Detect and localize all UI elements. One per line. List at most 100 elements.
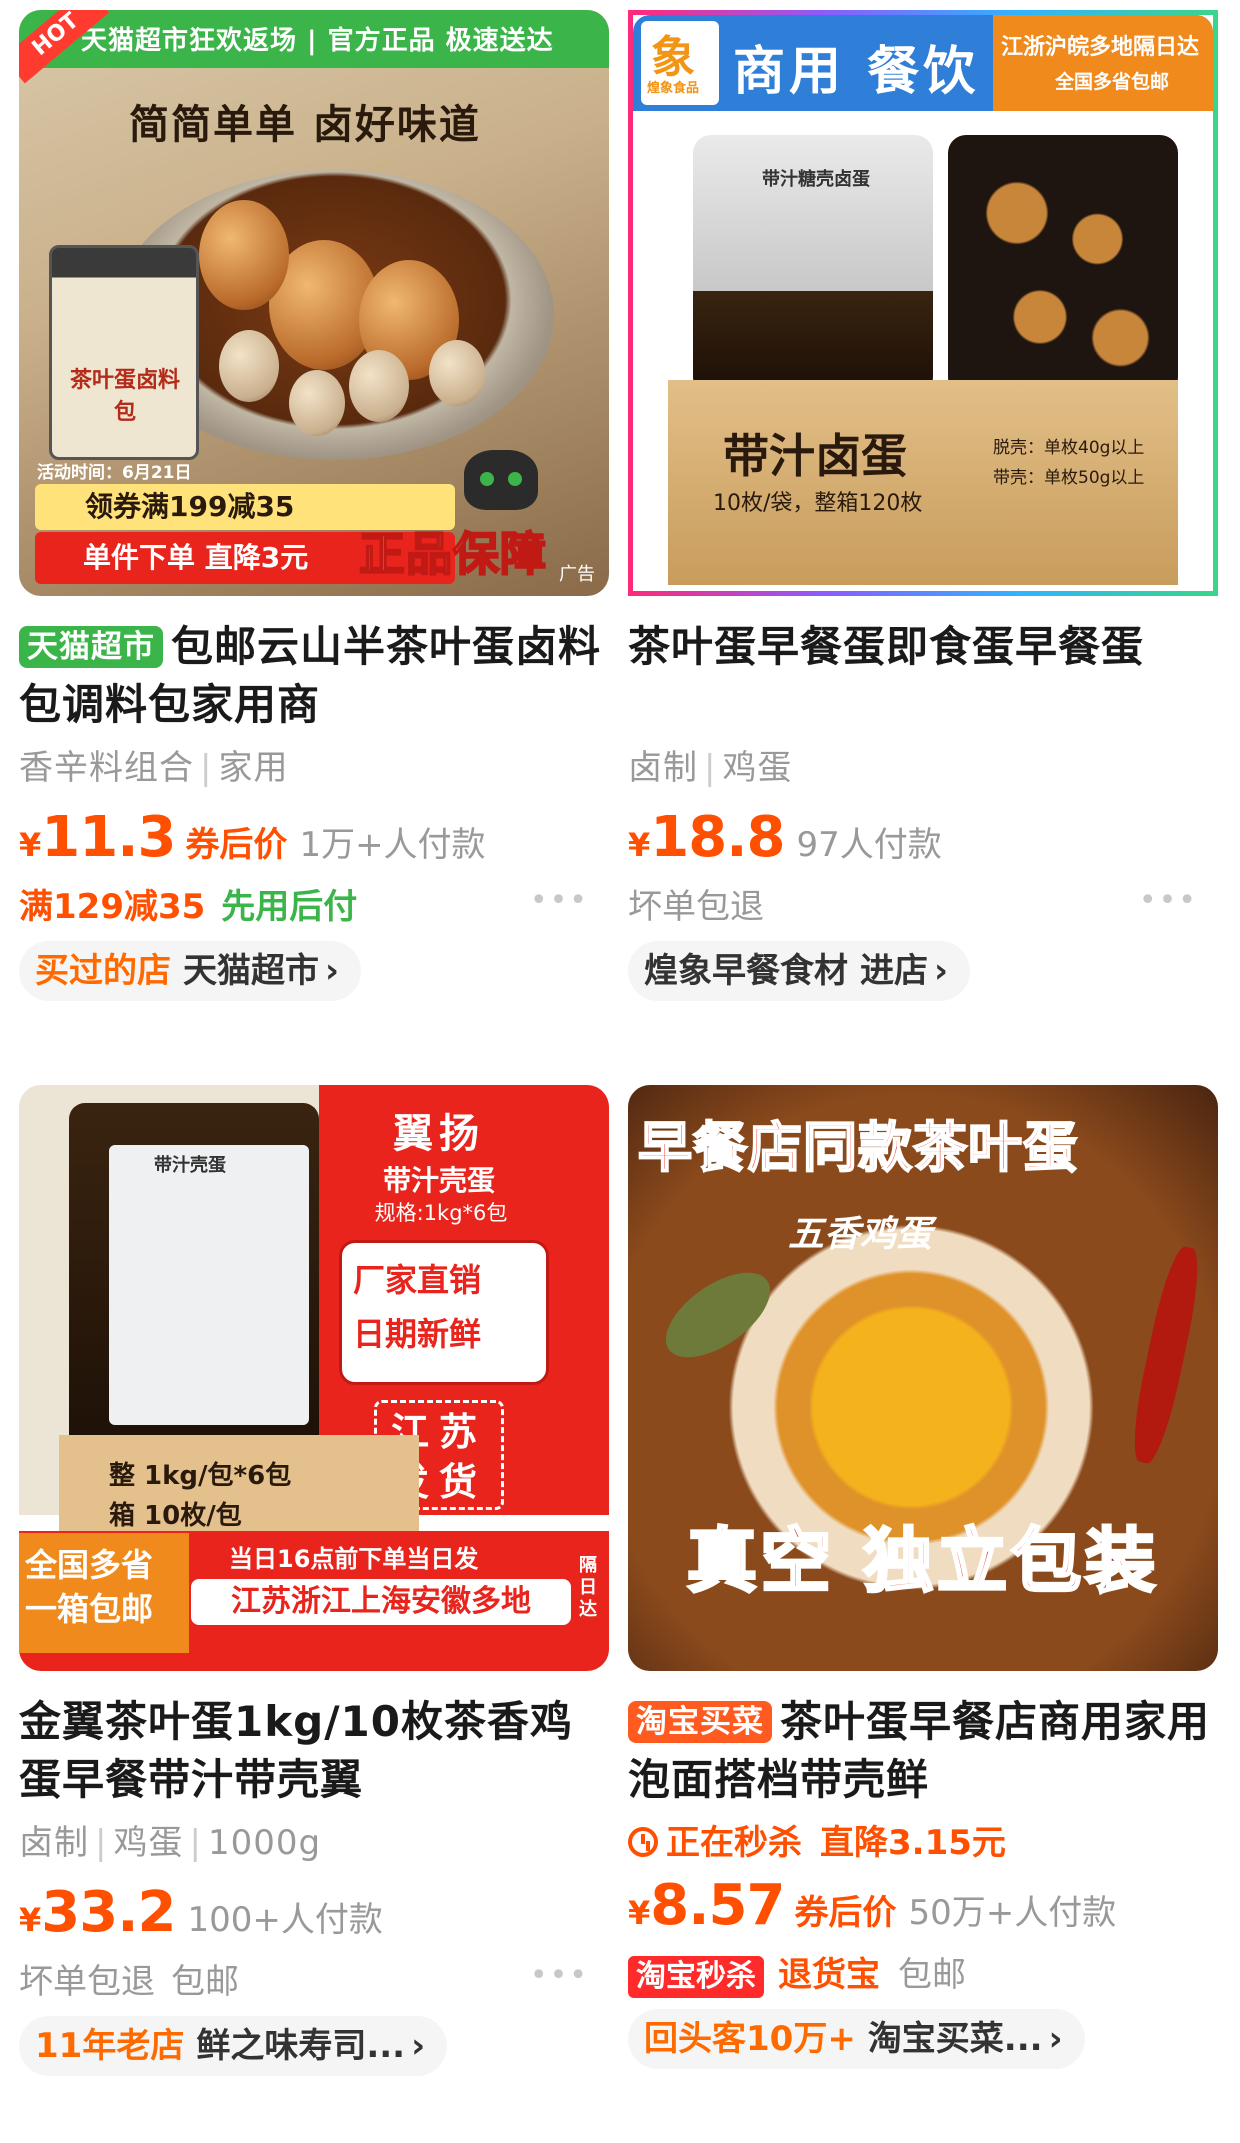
price-row: ¥11.3 券后价 1万+人付款 [19, 805, 609, 870]
bag-label-panel [109, 1145, 309, 1425]
price-row: ¥33.2 100+人付款 [19, 1880, 609, 1945]
taobao-grocery-tag: 淘宝买菜 [628, 1701, 772, 1743]
pay-later: 先用后付 [221, 887, 358, 927]
promo-discount: 满129减35 [19, 887, 206, 927]
alarm-clock-icon [628, 1827, 658, 1857]
carton-title: 带汁卤蛋 [723, 429, 907, 483]
price: 8.57 [650, 1873, 785, 1938]
store-tag: 买过的店 [35, 951, 171, 991]
image-subtitle: 五香鸡蛋 [788, 1214, 933, 1255]
store-name: 煌象早餐食材 [644, 951, 848, 991]
store-link[interactable]: 买过的店 天猫超市 › [19, 941, 362, 1001]
chevron-right-icon: › [325, 951, 340, 991]
factory-line-1: 厂家直销 [353, 1261, 482, 1299]
product-title[interactable]: 淘宝买菜 茶叶蛋早餐店商用家用泡面搭档带壳鲜 [628, 1693, 1218, 1809]
shipping-badge-line-2: 全国多省包邮 [1054, 71, 1169, 93]
vacuum-pack-text: 真空 独立包装 [685, 1519, 1160, 1604]
attr: 卤制 [19, 1823, 89, 1863]
promo-row: 坏单包退 包邮 ••• [19, 1954, 609, 2002]
product-attributes: 香辛料组合 | 家用 [19, 740, 609, 789]
more-options-icon[interactable]: ••• [530, 883, 589, 918]
currency-symbol: ¥ [19, 1901, 42, 1939]
brand-logo-text: 煌象食品 [647, 81, 700, 96]
promo-row: 满129减35 先用后付 ••• [19, 879, 609, 927]
promo-banner-text: 天猫超市狂欢返场 | 官方正品 极速送达 [81, 26, 554, 56]
product-title[interactable]: 天猫超市 包邮云山半茶叶蛋卤料包调料包家用商 [19, 618, 609, 734]
quail-egg-illustration [349, 350, 409, 422]
chili-illustration [1125, 1243, 1207, 1467]
jar-label: 茶叶蛋卤料包 [69, 368, 180, 425]
store-tag: 回头客10万+ [644, 2019, 856, 2059]
product-card-4[interactable]: 早餐店同款茶叶蛋 五香鸡蛋 真空 独立包装 淘宝买菜 茶叶蛋早餐店商用家用泡面搭档… [628, 1085, 1218, 2073]
paid-count: 100+人付款 [187, 1900, 383, 1940]
carton-subtitle: 10枚/袋，整箱120枚 [713, 491, 923, 516]
carton-text: 箱 10枚/包 [109, 1501, 242, 1531]
product-card-2[interactable]: 象 煌象食品 商用 餐饮 江浙沪皖多地隔日达 全国多省包邮 带汁糖壳卤蛋 带汁卤… [628, 10, 1218, 1005]
product-image-3[interactable]: 带汁壳蛋 翼扬 带汁壳蛋 规格:1kg*6包 厂家直销 日期新鲜 江苏发货 整 … [19, 1085, 609, 1671]
bag-label: 带汁壳蛋 [154, 1155, 226, 1176]
paid-count: 97人付款 [796, 825, 942, 865]
brand-subtitle: 带汁壳蛋 [382, 1164, 495, 1197]
promo-row: 淘宝秒杀 退货宝 包邮 [628, 1947, 1218, 1998]
product-image-2[interactable]: 象 煌象食品 商用 餐饮 江浙沪皖多地隔日达 全国多省包邮 带汁糖壳卤蛋 带汁卤… [628, 10, 1218, 596]
store-link[interactable]: 11年老店 鲜之味寿司... › [19, 2016, 448, 2076]
chevron-right-icon: › [411, 2026, 426, 2066]
price: 33.2 [41, 1880, 176, 1945]
activity-time: 活动时间：6月21日 [37, 463, 192, 483]
product-image-1[interactable]: 天猫超市狂欢返场 | 官方正品 极速送达 HOT 简简单单 卤好味道 茶叶蛋卤料… [19, 10, 609, 596]
paid-count: 1万+人付款 [299, 825, 486, 865]
more-options-icon[interactable]: ••• [1139, 883, 1198, 918]
price: 11.3 [41, 805, 176, 870]
free-shipping: 包邮 [171, 1962, 239, 2002]
flash-sale-row: 正在秒杀 直降3.15元 [628, 1815, 1218, 1865]
store-link[interactable]: 回头客10万+ 淘宝买菜... › [628, 2009, 1085, 2069]
tea-leaf-illustration [651, 1256, 785, 1374]
attr: 1000g [207, 1823, 322, 1863]
image-slogan: 简简单单 卤好味道 [129, 102, 481, 148]
shipping-badge-line-1: 江浙沪皖多地隔日达 [1000, 35, 1199, 60]
same-day-dispatch: 当日16点前下单当日发 [229, 1545, 479, 1573]
product-card-1[interactable]: 天猫超市狂欢返场 | 官方正品 极速送达 HOT 简简单单 卤好味道 茶叶蛋卤料… [19, 10, 609, 1005]
store-link[interactable]: 煌象早餐食材 进店 › [628, 941, 971, 1001]
tmall-supermarket-tag: 天猫超市 [19, 626, 163, 668]
quail-egg-illustration [219, 330, 279, 402]
image-headline: 早餐店同款茶叶蛋 [637, 1115, 1078, 1180]
price-row: ¥8.57 券后价 50万+人付款 [628, 1873, 1218, 1938]
product-attributes: 卤制 | 鸡蛋 [628, 740, 1218, 789]
chevron-right-icon: › [1048, 2019, 1063, 2059]
return-insurance: 退货宝 [778, 1955, 880, 1995]
nationwide-shipping: 全国多省一箱包邮 [19, 1533, 189, 1653]
currency-symbol: ¥ [628, 1894, 651, 1932]
product-image-4[interactable]: 早餐店同款茶叶蛋 五香鸡蛋 真空 独立包装 [628, 1085, 1218, 1671]
broken-refund: 坏单包退 [19, 1962, 155, 2002]
spec-text: 规格:1kg*6包 [374, 1201, 508, 1225]
quail-egg-illustration [289, 370, 345, 436]
separator: | [704, 748, 717, 788]
image-header-title: 商用 餐饮 [733, 42, 980, 102]
enter-store: 进店 [860, 951, 928, 991]
flash-sale-text: 正在秒杀 [666, 1823, 802, 1863]
promo-row: 坏单包退 ••• [628, 879, 1218, 927]
store-name: 淘宝买菜... [867, 2019, 1043, 2059]
product-title[interactable]: 金翼茶叶蛋1kg/10枚茶香鸡蛋早餐带汁带壳翼 [19, 1693, 609, 1809]
more-options-icon[interactable]: ••• [530, 1958, 589, 1993]
bag-label: 带汁糖壳卤蛋 [762, 169, 870, 190]
store-name: 鲜之味寿司... [196, 2026, 406, 2066]
separator: | [95, 1823, 108, 1863]
price-drop-text: 直降3.15元 [820, 1823, 1006, 1863]
store-name: 天猫超市 [183, 951, 319, 991]
broken-refund: 坏单包退 [628, 887, 764, 927]
ad-label: 广告 [559, 564, 595, 585]
separator: | [189, 1823, 202, 1863]
tmall-cat-icon [464, 450, 538, 510]
attr: 鸡蛋 [722, 748, 793, 788]
attr: 鸡蛋 [113, 1823, 184, 1863]
attr: 香辛料组合 [19, 748, 194, 788]
product-card-3[interactable]: 带汁壳蛋 翼扬 带汁壳蛋 规格:1kg*6包 厂家直销 日期新鲜 江苏发货 整 … [19, 1085, 609, 2080]
next-day-badge: 隔日达 [579, 1555, 597, 1620]
store-tag: 11年老店 [35, 2026, 185, 2066]
genuine-guarantee: 正品保障 [358, 526, 547, 582]
factory-line-2: 日期新鲜 [353, 1315, 482, 1353]
free-shipping: 包邮 [898, 1955, 966, 1995]
product-title[interactable]: 茶叶蛋早餐蛋即食蛋早餐蛋 [628, 618, 1218, 734]
